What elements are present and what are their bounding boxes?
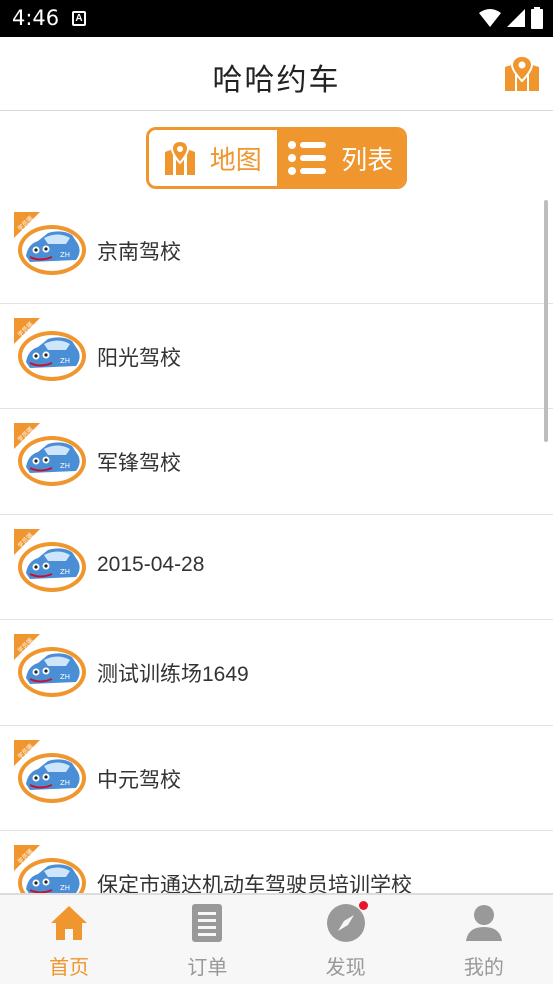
tab-map[interactable]: 地图	[149, 130, 277, 186]
nav-discover[interactable]: 发现	[277, 895, 415, 984]
school-logo-icon: ZH 学员端	[14, 528, 86, 592]
svg-text:ZH: ZH	[60, 251, 70, 259]
document-icon	[192, 904, 223, 942]
battery-icon	[531, 7, 543, 29]
school-name: 京南驾校	[97, 241, 181, 264]
nav-discover-label: 发现	[325, 955, 366, 979]
school-name: 军锋驾校	[97, 452, 181, 475]
school-logo-icon: ZH 学员端	[14, 845, 86, 893]
school-logo-icon: ZH 学员端	[14, 423, 86, 486]
scrollbar[interactable]	[544, 200, 548, 442]
list-item[interactable]: ZH 学员端 中元驾校	[0, 726, 553, 831]
app-title: 哈哈约车	[212, 63, 341, 98]
svg-text:ZH: ZH	[60, 884, 70, 892]
list-item[interactable]: ZH 学员端 测试训练场1649	[0, 620, 553, 726]
svg-text:ZH: ZH	[60, 779, 70, 787]
map-icon	[164, 140, 195, 175]
school-name: 测试训练场1649	[97, 663, 249, 686]
school-name: 2015-04-28	[97, 552, 205, 576]
nav-orders[interactable]: 订单	[138, 895, 276, 984]
school-logo-icon: ZH 学员端	[14, 634, 86, 697]
list-icon	[288, 141, 327, 175]
signal-icon	[507, 9, 525, 27]
school-logo-icon: ZH 学员端	[14, 212, 86, 275]
svg-text:ZH: ZH	[60, 357, 70, 365]
list-item[interactable]: ZH 学员端 军锋驾校	[0, 409, 553, 515]
school-logo-icon: ZH 学员端	[14, 739, 86, 803]
school-name: 阳光驾校	[97, 346, 181, 370]
nav-me[interactable]: 我的	[415, 895, 553, 984]
bottom-nav: 首页 订单 发现 我的	[0, 893, 553, 984]
list-item[interactable]: ZH 学员端 保定市通达机动车驾驶员培训学校	[0, 831, 553, 893]
status-bar: 4:46 A	[0, 0, 553, 37]
nav-home[interactable]: 首页	[0, 895, 138, 984]
home-icon	[51, 906, 88, 940]
school-logo-icon: ZH 学员端	[14, 317, 86, 381]
app-header: 哈哈约车	[0, 37, 553, 111]
notification-dot	[358, 901, 368, 910]
tab-list-label: 列表	[341, 145, 394, 176]
list-item[interactable]: ZH 学员端 阳光驾校	[0, 304, 553, 409]
compass-wrapper	[326, 901, 368, 943]
status-time: 4:46	[12, 6, 60, 30]
view-toggle: 地图 列表	[146, 127, 407, 189]
list-item[interactable]: ZH 学员端 2015-04-28	[0, 515, 553, 620]
list-item[interactable]: ZH 学员端 京南驾校	[0, 198, 553, 304]
sim-icon: A	[72, 11, 86, 26]
nav-home-label: 首页	[49, 955, 90, 979]
svg-text:ZH: ZH	[60, 568, 70, 576]
compass-icon	[326, 904, 365, 942]
nav-me-label: 我的	[463, 955, 504, 979]
school-name: 中元驾校	[97, 768, 181, 792]
tab-map-label: 地图	[209, 145, 262, 176]
person-icon	[465, 905, 502, 941]
svg-text:ZH: ZH	[60, 673, 70, 681]
svg-text:ZH: ZH	[60, 462, 70, 470]
status-icons	[479, 7, 543, 29]
wifi-icon	[479, 9, 501, 27]
nav-orders-label: 订单	[187, 955, 228, 979]
map-pin-icon[interactable]	[503, 55, 541, 93]
school-name: 保定市通达机动车驾驶员培训学校	[97, 874, 412, 893]
school-list: ZH 学员端 京南驾校 ZH 学员端 阳光驾校 ZH 学员端 军锋驾校 ZH 学…	[0, 198, 553, 893]
tab-list[interactable]: 列表	[276, 130, 404, 186]
